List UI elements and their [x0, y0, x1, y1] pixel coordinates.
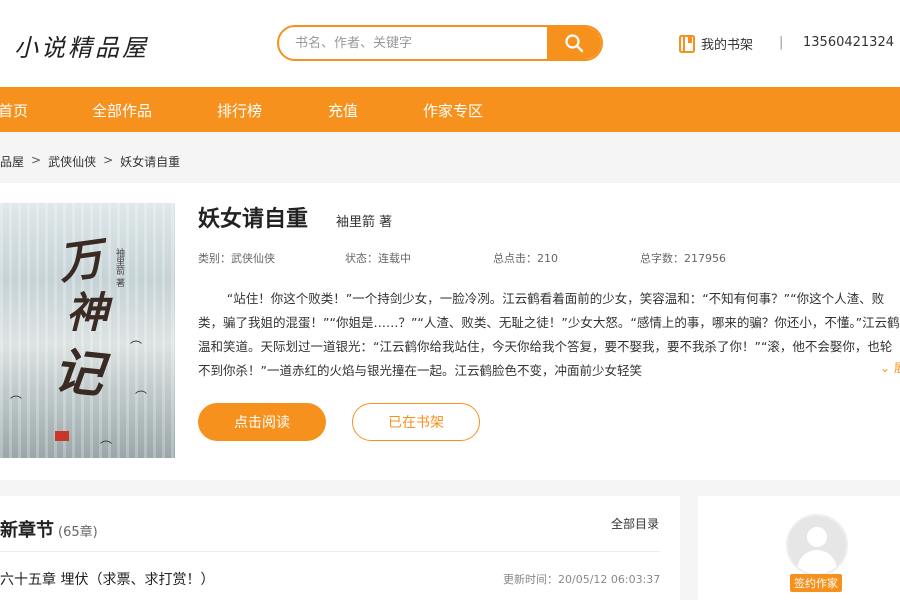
nav-item-home[interactable]: 首页	[0, 100, 28, 121]
book-title: 妖女请自重	[198, 207, 309, 232]
expand-label: 展开	[893, 361, 900, 375]
latest-chapters-title: 最新章节	[0, 520, 54, 541]
latest-chapters-panel: 最新章节 (65章) 全部目录 第六十五章 埋伏（求票、求打赏！） 更新时间：20…	[0, 496, 680, 600]
author-avatar[interactable]	[786, 514, 848, 576]
nav-item-recharge[interactable]: 充值	[328, 100, 358, 121]
chevron-down-icon: ⌄	[880, 361, 891, 375]
search-icon	[565, 34, 584, 53]
read-button[interactable]: 点击阅读	[198, 403, 326, 441]
avatar-head-icon	[807, 527, 827, 547]
author-card: 签约作家	[698, 496, 900, 600]
book-status: 状态：连载中	[345, 252, 411, 265]
book-info-panel: 万 神 记 袖里箭 著 ⌒ ⌒ ⌒ ⌒ 妖女请自重 袖里箭 著 类别：武侠仙侠 …	[0, 183, 900, 480]
user-account-link[interactable]: 13560421324	[803, 35, 894, 50]
book-author[interactable]: 袖里箭 著	[336, 211, 392, 230]
header-divider: |	[779, 35, 784, 50]
cover-author: 袖里箭 著	[114, 248, 124, 287]
chapter-count: (65章)	[58, 525, 98, 540]
breadcrumb: 精品屋 > 武侠仙侠 > 妖女请自重	[0, 153, 180, 170]
full-catalog-link[interactable]: 全部目录	[611, 515, 659, 532]
site-logo[interactable]: 小说精品屋	[14, 28, 149, 63]
book-description: “站住！你这个败类！”一个持剑少女，一脸冷冽。江云鹤看着面前的少女，笑容温和：“…	[198, 291, 900, 377]
publisher-logo	[55, 431, 69, 441]
latest-chapters-heading: 最新章节 (65章)	[0, 516, 98, 542]
breadcrumb-separator: >	[103, 153, 114, 167]
search-box	[277, 25, 603, 61]
update-time: 更新时间：20/05/12 06:03:37	[503, 573, 661, 586]
search-input[interactable]	[279, 27, 549, 59]
bird-icon: ⌒	[10, 395, 23, 409]
search-button[interactable]	[547, 27, 601, 59]
bookshelf-label: 我的书架	[701, 38, 754, 53]
nav-item-all-works[interactable]: 全部作品	[92, 100, 152, 121]
bird-icon: ⌒	[130, 340, 143, 354]
bird-icon: ⌒	[100, 440, 113, 454]
signed-author-badge: 签约作家	[790, 574, 842, 592]
cover-title-char: 神	[66, 288, 109, 337]
breadcrumb-current: 妖女请自重	[120, 155, 181, 169]
my-bookshelf-link[interactable]: 我的书架	[679, 34, 753, 53]
book-word-count: 总字数：217956	[640, 252, 726, 265]
breadcrumb-category[interactable]: 武侠仙侠	[48, 153, 96, 170]
book-cover[interactable]: 万 神 记 袖里箭 著 ⌒ ⌒ ⌒ ⌒	[0, 203, 175, 458]
expand-description-link[interactable]: ⌄ 展开	[876, 359, 900, 376]
divider	[0, 551, 660, 552]
bookshelf-icon	[679, 34, 695, 53]
breadcrumb-separator: >	[31, 153, 42, 167]
nav-item-rankings[interactable]: 排行榜	[217, 100, 262, 121]
avatar-body-icon	[797, 550, 837, 574]
bird-icon: ⌒	[135, 390, 148, 404]
book-category: 类别：武侠仙侠	[198, 252, 275, 265]
breadcrumb-home[interactable]: 精品屋	[0, 153, 24, 170]
main-nav: 首页 全部作品 排行榜 充值 作家专区	[0, 87, 900, 132]
in-bookshelf-button[interactable]: 已在书架	[352, 403, 480, 441]
cover-title-char: 记	[50, 340, 107, 405]
latest-chapter-link[interactable]: 第六十五章 埋伏（求票、求打赏！）	[0, 569, 214, 589]
nav-item-author-zone[interactable]: 作家专区	[423, 100, 483, 121]
site-header: 小说精品屋 我的书架 | 13560421324	[0, 0, 900, 87]
book-clicks: 总点击：210	[493, 252, 558, 265]
